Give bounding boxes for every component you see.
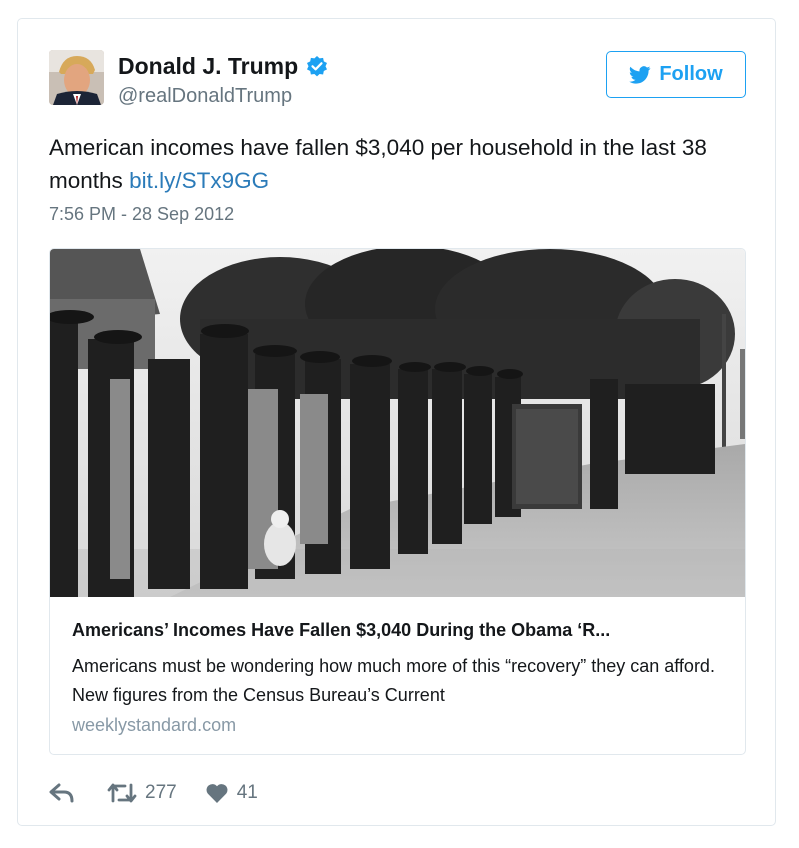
card-title: Americans’ Incomes Have Fallen $3,040 Du…: [72, 620, 611, 640]
display-name-text: Donald J. Trump: [118, 53, 299, 79]
tweet-card: Donald J. Trump @realDonaldTrump Follow …: [17, 18, 776, 826]
heart-icon: [206, 784, 228, 803]
retweet-count: 277: [145, 782, 177, 803]
retweet-button[interactable]: 277: [107, 782, 177, 804]
tweet-actions: 277 41: [49, 778, 258, 808]
card-description: Americans must be wondering how much mor…: [72, 656, 715, 705]
like-button[interactable]: 41: [205, 782, 258, 804]
tweet-text: American incomes have fallen $3,040 per …: [49, 131, 749, 197]
avatar-image: [49, 50, 104, 105]
retweet-icon: [107, 783, 137, 803]
card-image: [50, 249, 745, 597]
user-handle[interactable]: @realDonaldTrump: [118, 85, 292, 108]
follow-button[interactable]: Follow: [606, 51, 746, 98]
reply-icon: [49, 783, 74, 803]
twitter-bird-icon: [629, 65, 651, 84]
like-count: 41: [236, 782, 258, 803]
tweet-link[interactable]: bit.ly/STx9GG: [129, 168, 269, 193]
card-domain: weeklystandard.com: [72, 715, 237, 735]
reply-button[interactable]: [49, 782, 75, 804]
tweet-timestamp[interactable]: 7:56 PM - 28 Sep 2012: [49, 204, 234, 225]
display-name[interactable]: Donald J. Trump: [118, 53, 329, 80]
follow-button-label: Follow: [659, 63, 723, 85]
link-card[interactable]: Americans’ Incomes Have Fallen $3,040 Du…: [49, 248, 746, 755]
avatar[interactable]: [49, 50, 104, 105]
verified-badge-icon: [305, 55, 329, 79]
